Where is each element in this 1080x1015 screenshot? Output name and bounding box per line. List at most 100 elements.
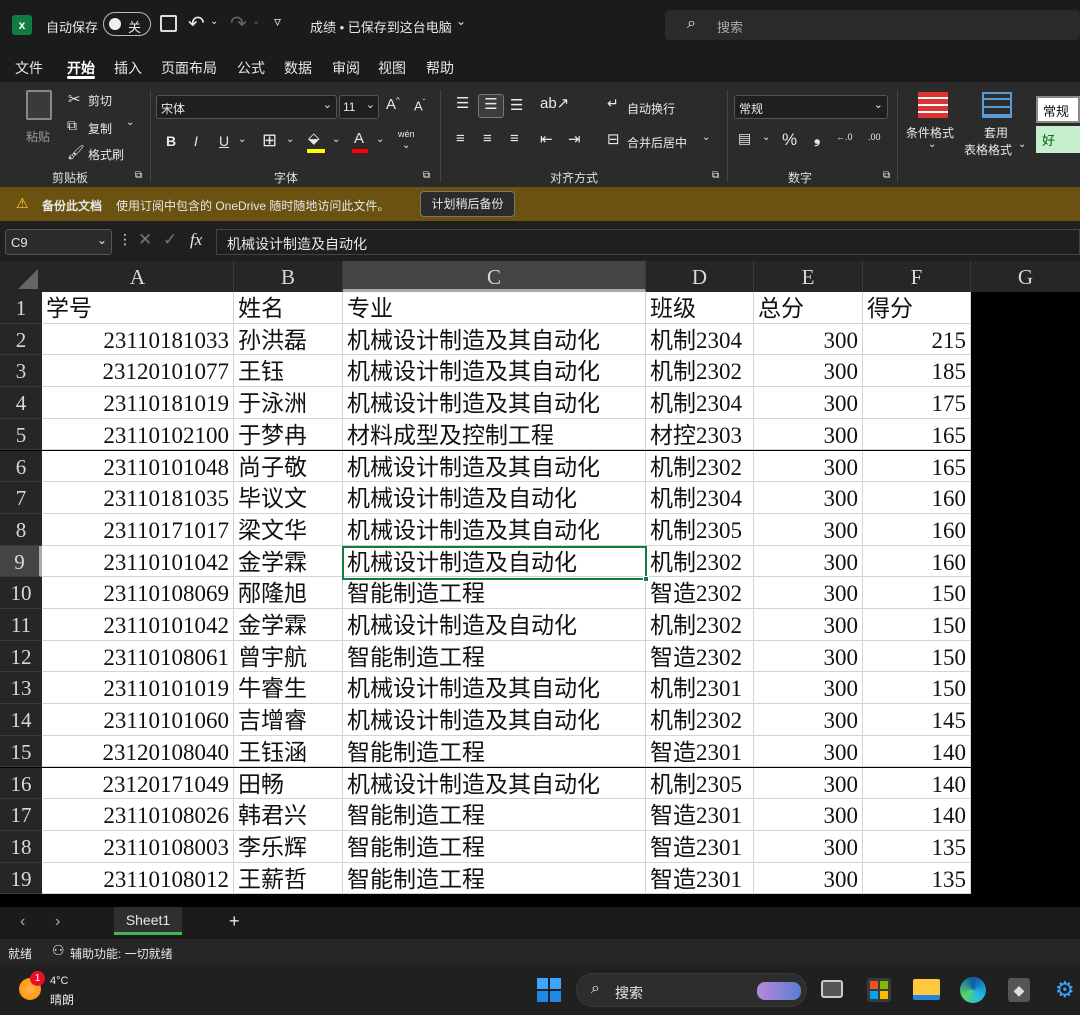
- start-icon[interactable]: [537, 978, 561, 1002]
- row-header[interactable]: 8: [0, 513, 42, 546]
- merge-center-button[interactable]: 合并后居中: [627, 134, 687, 151]
- table-cell[interactable]: 智造2301: [646, 735, 754, 768]
- column-header-b[interactable]: B: [234, 261, 343, 292]
- row-header[interactable]: 6: [0, 450, 42, 483]
- tab-page-layout[interactable]: 页面布局: [161, 58, 217, 78]
- table-cell[interactable]: 300: [754, 735, 863, 768]
- row-header[interactable]: 11: [0, 609, 42, 641]
- table-cell[interactable]: 智能制造工程: [343, 735, 646, 768]
- tab-formulas[interactable]: 公式: [237, 58, 265, 78]
- tab-insert[interactable]: 插入: [114, 58, 142, 78]
- weather-desc[interactable]: 晴朗: [50, 991, 74, 1008]
- undo-dropdown-icon[interactable]: ⌄: [210, 16, 218, 27]
- number-format-select[interactable]: 常规 ⌄: [734, 95, 888, 119]
- table-cell[interactable]: 140: [863, 735, 971, 768]
- table-cell[interactable]: 23110108069: [42, 577, 234, 609]
- table-cell[interactable]: 智造2302: [646, 640, 754, 673]
- fill-dropdown-icon[interactable]: ⌄: [332, 134, 340, 145]
- bold-button[interactable]: B: [166, 133, 176, 149]
- align-middle-button[interactable]: ☰: [478, 94, 504, 118]
- table-cell[interactable]: 吉增睿: [234, 704, 343, 736]
- table-cell[interactable]: 175: [863, 387, 971, 419]
- name-box[interactable]: C9 ⌄: [5, 229, 112, 255]
- table-cell[interactable]: 23110101042: [42, 609, 234, 641]
- autosave-toggle[interactable]: 关: [103, 12, 151, 36]
- table-cell[interactable]: 23110181035: [42, 482, 234, 514]
- table-cell[interactable]: 机械设计制造及自动化: [343, 482, 646, 514]
- style-good[interactable]: 好: [1036, 126, 1080, 153]
- header-cell[interactable]: 学号: [42, 292, 234, 324]
- row-header[interactable]: 5: [0, 418, 42, 451]
- increase-font-icon[interactable]: A^: [386, 96, 400, 113]
- table-cell[interactable]: 300: [754, 323, 863, 356]
- table-cell[interactable]: 机械设计制造及其自动化: [343, 672, 646, 705]
- table-cell[interactable]: 毕议文: [234, 482, 343, 514]
- accounting-dropdown-icon[interactable]: ⌄: [762, 132, 770, 143]
- formula-input[interactable]: 机械设计制造及自动化: [216, 229, 1080, 255]
- table-cell[interactable]: 机械设计制造及其自动化: [343, 704, 646, 736]
- table-cell[interactable]: 材料成型及控制工程: [343, 418, 646, 451]
- table-cell[interactable]: 机制2302: [646, 355, 754, 388]
- table-cell[interactable]: 150: [863, 577, 971, 609]
- number-launcher-icon[interactable]: ⧉: [883, 170, 890, 181]
- fill-color-icon[interactable]: ⬙: [308, 129, 320, 147]
- align-top-icon[interactable]: ☰: [456, 94, 469, 112]
- phonetic-button[interactable]: wén: [398, 129, 415, 139]
- table-cell[interactable]: 王钰: [234, 355, 343, 388]
- table-cell[interactable]: 智能制造工程: [343, 640, 646, 673]
- table-cell[interactable]: 金学霖: [234, 609, 343, 641]
- percent-button[interactable]: %: [782, 130, 797, 150]
- table-cell[interactable]: 智造2301: [646, 799, 754, 831]
- column-header-f[interactable]: F: [863, 261, 971, 292]
- merge-dropdown-icon[interactable]: ⌄: [702, 132, 710, 143]
- tab-home[interactable]: 开始: [67, 58, 95, 78]
- table-cell[interactable]: 300: [754, 830, 863, 863]
- table-cell[interactable]: 165: [863, 418, 971, 451]
- table-cell[interactable]: 23110102100: [42, 418, 234, 451]
- table-cell[interactable]: 23120171049: [42, 767, 234, 800]
- font-size-select[interactable]: 11 ⌄: [339, 95, 379, 119]
- table-cell[interactable]: 机制2302: [646, 545, 754, 578]
- table-cell[interactable]: 300: [754, 355, 863, 388]
- table-format-label-1[interactable]: 套用: [984, 124, 1008, 141]
- table-cell[interactable]: 145: [863, 704, 971, 736]
- row-header[interactable]: 1: [0, 292, 42, 324]
- row-header[interactable]: 7: [0, 482, 42, 514]
- tab-data[interactable]: 数据: [284, 58, 312, 78]
- row-header[interactable]: 13: [0, 672, 42, 705]
- table-cell[interactable]: 机制2302: [646, 450, 754, 483]
- table-format-dropdown-icon[interactable]: ⌄: [1018, 139, 1026, 150]
- copy-icon[interactable]: ⧉: [67, 117, 77, 134]
- table-cell[interactable]: 机制2305: [646, 767, 754, 800]
- font-name-select[interactable]: 宋体 ⌄: [156, 95, 337, 119]
- column-header-d[interactable]: D: [646, 261, 754, 292]
- underline-dropdown-icon[interactable]: ⌄: [238, 134, 246, 145]
- table-cell[interactable]: 23110181033: [42, 323, 234, 356]
- paste-button[interactable]: 粘贴: [20, 88, 60, 148]
- more-options-icon[interactable]: ⋮: [118, 231, 132, 248]
- table-cell[interactable]: 机制2302: [646, 704, 754, 736]
- borders-dropdown-icon[interactable]: ⌄: [286, 134, 294, 145]
- table-cell[interactable]: 机制2302: [646, 609, 754, 641]
- prev-sheet-icon[interactable]: ‹: [20, 913, 25, 931]
- header-cell[interactable]: 总分: [754, 292, 863, 324]
- tab-review[interactable]: 审阅: [332, 58, 360, 78]
- table-cell[interactable]: 300: [754, 799, 863, 831]
- header-cell[interactable]: 班级: [646, 292, 754, 324]
- table-cell[interactable]: 160: [863, 482, 971, 514]
- table-cell[interactable]: 智能制造工程: [343, 862, 646, 895]
- font-color-button[interactable]: A: [354, 130, 364, 147]
- insert-function-button[interactable]: fx: [190, 230, 202, 250]
- table-cell[interactable]: 300: [754, 513, 863, 546]
- table-cell[interactable]: 机制2304: [646, 387, 754, 419]
- app-icon[interactable]: ◆: [1008, 978, 1030, 1002]
- redo-icon[interactable]: ↷: [230, 11, 247, 36]
- decrease-font-icon[interactable]: Aˇ: [414, 98, 425, 113]
- row-header[interactable]: 4: [0, 387, 42, 419]
- table-cell[interactable]: 23110108003: [42, 830, 234, 863]
- wrap-text-button[interactable]: 自动换行: [627, 100, 675, 117]
- table-format-label-2[interactable]: 表格格式: [964, 141, 1012, 158]
- cond-format-dropdown-icon[interactable]: ⌄: [928, 139, 936, 150]
- store-icon[interactable]: [867, 978, 891, 1002]
- table-cell[interactable]: 机械设计制造及其自动化: [343, 355, 646, 388]
